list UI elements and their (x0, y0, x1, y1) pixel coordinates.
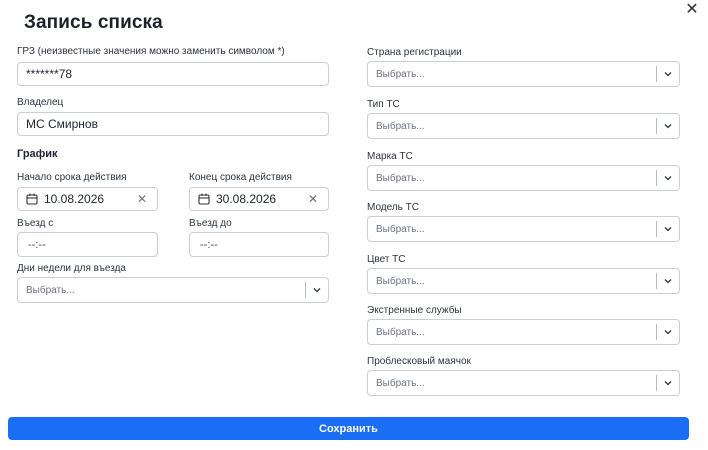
select-divider (656, 221, 657, 237)
select-divider (656, 273, 657, 289)
select-divider (656, 66, 657, 82)
end-date-value: 30.08.2026 (216, 192, 277, 206)
select-placeholder: Выбрать... (376, 68, 425, 80)
dialog-title: Запись списка (24, 12, 163, 33)
weekdays-select[interactable]: Выбрать... (17, 277, 329, 303)
right-field-label: Цвет ТС (367, 254, 406, 265)
plate-input[interactable]: *******78 (17, 62, 329, 86)
right-field-select[interactable]: Выбрать... (367, 268, 680, 294)
start-date-label: Начало срока действия (17, 172, 127, 183)
end-date-label: Конец срока действия (189, 172, 292, 183)
start-date-value: 10.08.2026 (44, 192, 105, 206)
select-placeholder: Выбрать... (376, 377, 425, 389)
entry-from-input[interactable]: --:-- (17, 232, 158, 257)
select-placeholder: Выбрать... (376, 326, 425, 338)
entry-to-value: --:-- (200, 238, 218, 251)
entry-to-input[interactable]: --:-- (189, 232, 329, 257)
right-field-select[interactable]: Выбрать... (367, 113, 680, 139)
right-field-select[interactable]: Выбрать... (367, 61, 680, 87)
owner-label: Владелец (17, 97, 64, 108)
owner-value: МС Смирнов (26, 117, 98, 131)
start-date-field[interactable]: 10.08.2026 ✕ (17, 187, 158, 211)
close-icon[interactable]: ✕ (684, 2, 700, 18)
clear-icon[interactable]: ✕ (135, 192, 149, 206)
owner-input[interactable]: МС Смирнов (17, 112, 329, 136)
entry-from-label: Въезд с (17, 218, 54, 229)
calendar-icon (26, 193, 38, 205)
plate-label: ГРЗ (неизвестные значения можно заменить… (17, 46, 285, 57)
chevron-down-icon (663, 224, 673, 234)
select-placeholder: Выбрать... (376, 172, 425, 184)
right-field-label: Тип ТС (367, 99, 400, 110)
chevron-down-icon (663, 276, 673, 286)
select-divider (656, 170, 657, 186)
select-divider (656, 375, 657, 391)
chevron-down-icon (663, 121, 673, 131)
weekdays-label: Дни недели для въезда (17, 263, 126, 274)
select-placeholder: Выбрать... (376, 120, 425, 132)
schedule-heading: График (17, 148, 58, 160)
right-field-label: Проблесковый маячок (367, 356, 471, 367)
end-date-field[interactable]: 30.08.2026 ✕ (189, 187, 329, 211)
right-field-select[interactable]: Выбрать... (367, 370, 680, 396)
chevron-down-icon (663, 327, 673, 337)
right-field-label: Модель ТС (367, 202, 420, 213)
clear-icon[interactable]: ✕ (306, 192, 320, 206)
plate-value: *******78 (26, 67, 73, 81)
chevron-down-icon (312, 285, 322, 295)
chevron-down-icon (663, 69, 673, 79)
select-divider (305, 282, 306, 298)
right-field-label: Марка ТС (367, 151, 413, 162)
calendar-icon (198, 193, 210, 205)
select-placeholder: Выбрать... (376, 223, 425, 235)
right-field-select[interactable]: Выбрать... (367, 319, 680, 345)
right-field-label: Экстренные службы (367, 305, 462, 316)
select-divider (656, 324, 657, 340)
entry-from-value: --:-- (28, 238, 46, 251)
select-placeholder: Выбрать... (376, 275, 425, 287)
select-divider (656, 118, 657, 134)
weekdays-placeholder: Выбрать... (26, 284, 75, 296)
chevron-down-icon (663, 173, 673, 183)
save-button[interactable]: Сохранить (8, 417, 689, 440)
right-field-select[interactable]: Выбрать... (367, 216, 680, 242)
right-field-label: Страна регистрации (367, 47, 462, 58)
entry-to-label: Въезд до (189, 218, 232, 229)
chevron-down-icon (663, 378, 673, 388)
right-field-select[interactable]: Выбрать... (367, 165, 680, 191)
